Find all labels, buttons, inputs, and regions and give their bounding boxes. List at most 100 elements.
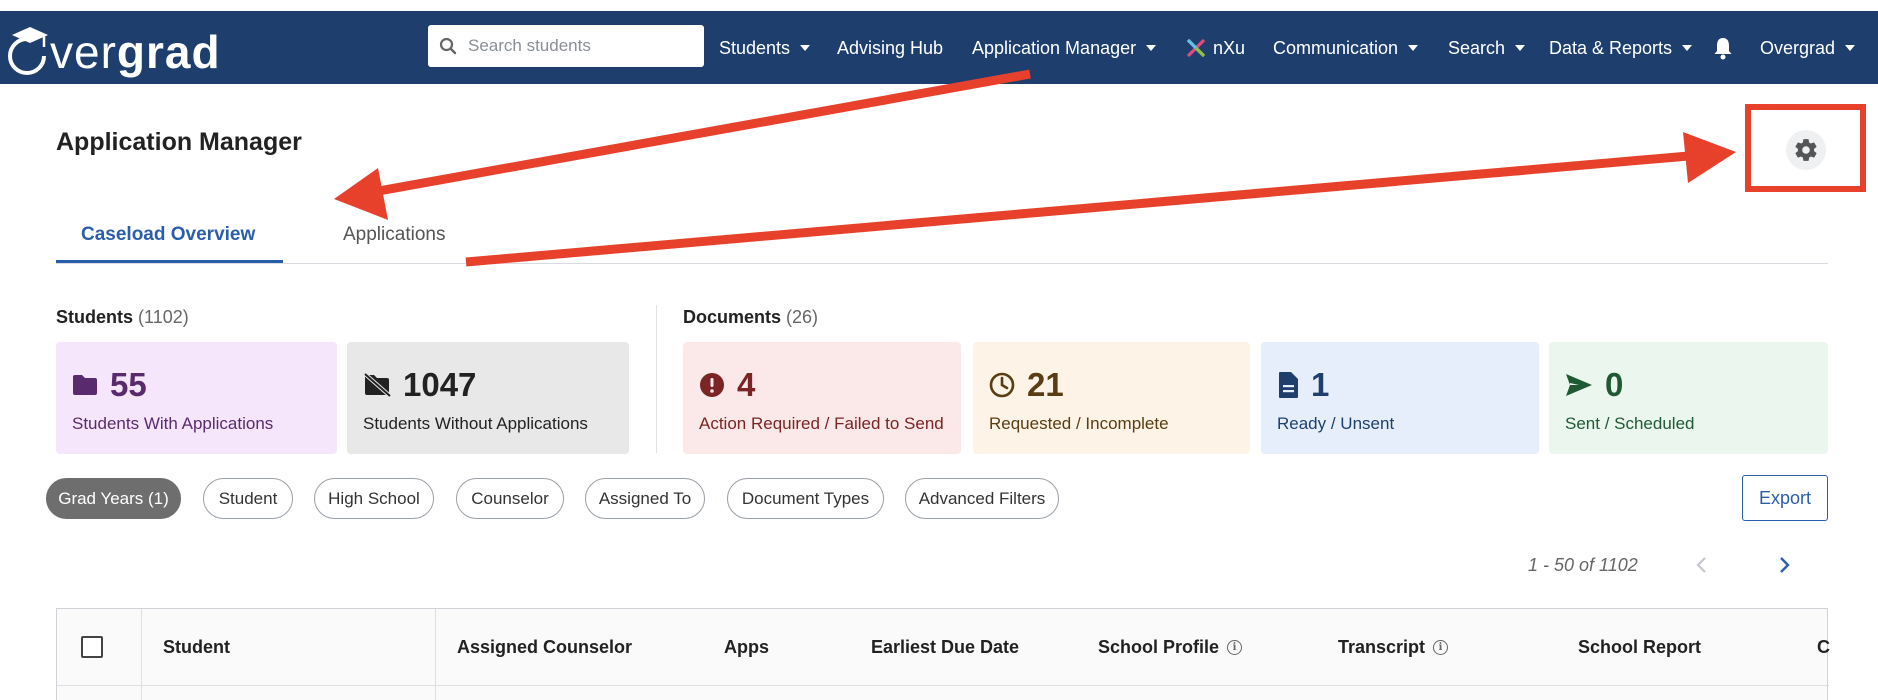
documents-label: Documents <box>683 307 782 327</box>
nav-search[interactable]: Search <box>1448 35 1526 61</box>
caret-down-icon <box>1146 45 1157 51</box>
nav-application-manager[interactable]: Application Manager <box>972 35 1157 61</box>
students-section-label: Students (1102) <box>56 307 189 328</box>
card-label: Requested / Incomplete <box>989 414 1169 433</box>
filter-high-school[interactable]: High School <box>314 478 434 519</box>
select-all-cell <box>81 609 103 685</box>
nav-nxu-label: nXu <box>1213 37 1246 58</box>
nav-students[interactable]: Students <box>719 35 811 61</box>
overgrad-logo[interactable]: ver grad <box>4 25 221 75</box>
card-action-required[interactable]: 4 Action Required / Failed to Send <box>683 342 961 454</box>
nav-advising-hub[interactable]: Advising Hub <box>837 35 943 61</box>
folder-slash-icon <box>363 373 391 397</box>
tab-applications[interactable]: Applications <box>343 224 445 246</box>
next-page-button[interactable] <box>1774 552 1796 578</box>
column-divider <box>141 609 142 700</box>
caret-down-icon <box>1845 45 1856 51</box>
card-sent-scheduled[interactable]: 0 Sent / Scheduled <box>1549 342 1828 454</box>
caret-down-icon <box>1408 45 1419 51</box>
top-border <box>0 0 1878 11</box>
header-row-divider <box>57 685 1829 686</box>
card-value: 4 <box>737 366 756 403</box>
column-header-assigned-counselor[interactable]: Assigned Counselor <box>457 609 632 685</box>
info-icon[interactable]: i <box>1227 639 1243 655</box>
documents-count: (26) <box>786 307 819 327</box>
column-header-apps[interactable]: Apps <box>724 609 769 685</box>
folder-icon <box>73 375 97 395</box>
card-value: 1047 <box>403 366 477 403</box>
column-divider <box>435 609 436 700</box>
active-tab-indicator <box>56 260 283 263</box>
select-all-checkbox[interactable] <box>81 636 103 658</box>
school-profile-label: School Profile <box>1098 636 1220 657</box>
exclamation-circle-icon <box>700 373 724 397</box>
caret-down-icon <box>1515 45 1526 51</box>
top-navbar: vergrad Students Advising Hub Applicatio… <box>0 11 1878 84</box>
card-label: Sent / Scheduled <box>1565 414 1695 433</box>
card-students-with-applications[interactable]: 55 Students With Applications <box>56 342 337 454</box>
pagination-range: 1 - 50 of 1102 <box>1528 555 1638 575</box>
nav-communication-label: Communication <box>1273 37 1399 58</box>
students-count: (1102) <box>138 307 189 327</box>
nav-advising-hub-label: Advising Hub <box>837 37 944 58</box>
clock-icon <box>989 372 1015 398</box>
logo-wordmark: ver grad <box>50 26 221 78</box>
send-icon <box>1566 374 1592 396</box>
annotation-highlight-box <box>1745 104 1866 192</box>
nxu-x-icon <box>1186 38 1206 58</box>
search-input[interactable] <box>468 36 688 56</box>
graduation-cap-logo-icon <box>8 27 48 75</box>
search-icon <box>428 25 468 67</box>
export-button[interactable]: Export <box>1742 475 1828 521</box>
card-value: 55 <box>110 366 147 403</box>
documents-section-label: Documents (26) <box>683 307 818 328</box>
previous-page-button[interactable] <box>1690 552 1712 578</box>
page-title: Application Manager <box>56 128 302 156</box>
card-students-without-applications[interactable]: 1047 Students Without Applications <box>347 342 629 454</box>
filter-document-types[interactable]: Document Types <box>727 478 884 519</box>
students-label: Students <box>56 307 134 327</box>
bell-icon <box>1714 38 1732 60</box>
chevron-right-icon <box>1780 557 1790 573</box>
info-icon[interactable]: i <box>1433 639 1449 655</box>
caret-down-icon <box>800 45 811 51</box>
card-value: 0 <box>1605 366 1624 403</box>
notifications-button[interactable] <box>1713 35 1733 61</box>
nav-nxu[interactable]: nXu <box>1185 35 1245 61</box>
nav-search-label: Search <box>1448 37 1506 58</box>
chevron-left-icon <box>1696 557 1706 573</box>
student-search[interactable] <box>428 25 704 67</box>
filter-assigned-to[interactable]: Assigned To <box>585 478 705 519</box>
filter-grad-years[interactable]: Grad Years (1) <box>46 478 181 519</box>
nav-communication[interactable]: Communication <box>1273 35 1419 61</box>
card-label: Action Required / Failed to Send <box>699 414 944 433</box>
nav-application-manager-label: Application Manager <box>972 37 1137 58</box>
filter-advanced-filters[interactable]: Advanced Filters <box>905 478 1059 519</box>
column-header-earliest-due-date[interactable]: Earliest Due Date <box>871 609 1019 685</box>
card-label: Students With Applications <box>72 414 274 433</box>
nav-account-label: Overgrad <box>1760 37 1836 58</box>
card-ready-unsent[interactable]: 1 Ready / Unsent <box>1261 342 1539 454</box>
column-header-school-profile[interactable]: School Profile i <box>1098 609 1243 685</box>
card-value: 21 <box>1027 366 1064 403</box>
column-header-student[interactable]: Student <box>163 609 230 685</box>
card-value: 1 <box>1311 366 1330 403</box>
nav-account[interactable]: Overgrad <box>1760 35 1856 61</box>
filter-student[interactable]: Student <box>203 478 293 519</box>
column-header-school-report[interactable]: School Report <box>1578 609 1701 685</box>
tab-bar: Caseload Overview Applications <box>56 210 1828 264</box>
students-table: Student Assigned Counselor Apps Earliest… <box>56 608 1830 700</box>
nav-students-label: Students <box>719 37 791 58</box>
section-divider <box>656 305 657 453</box>
tab-caseload-overview[interactable]: Caseload Overview <box>81 224 255 246</box>
nav-data-reports[interactable]: Data & Reports <box>1549 35 1693 61</box>
column-header-truncated[interactable]: C <box>1817 609 1830 685</box>
card-label: Ready / Unsent <box>1277 414 1395 433</box>
transcript-label: Transcript <box>1338 636 1426 657</box>
arrow-to-applications-tab <box>334 69 1031 220</box>
filter-counselor[interactable]: Counselor <box>456 478 564 519</box>
column-header-transcript[interactable]: Transcript i <box>1338 609 1449 685</box>
card-requested-incomplete[interactable]: 21 Requested / Incomplete <box>973 342 1250 454</box>
nav-data-reports-label: Data & Reports <box>1549 37 1673 58</box>
caret-down-icon <box>1682 45 1693 51</box>
